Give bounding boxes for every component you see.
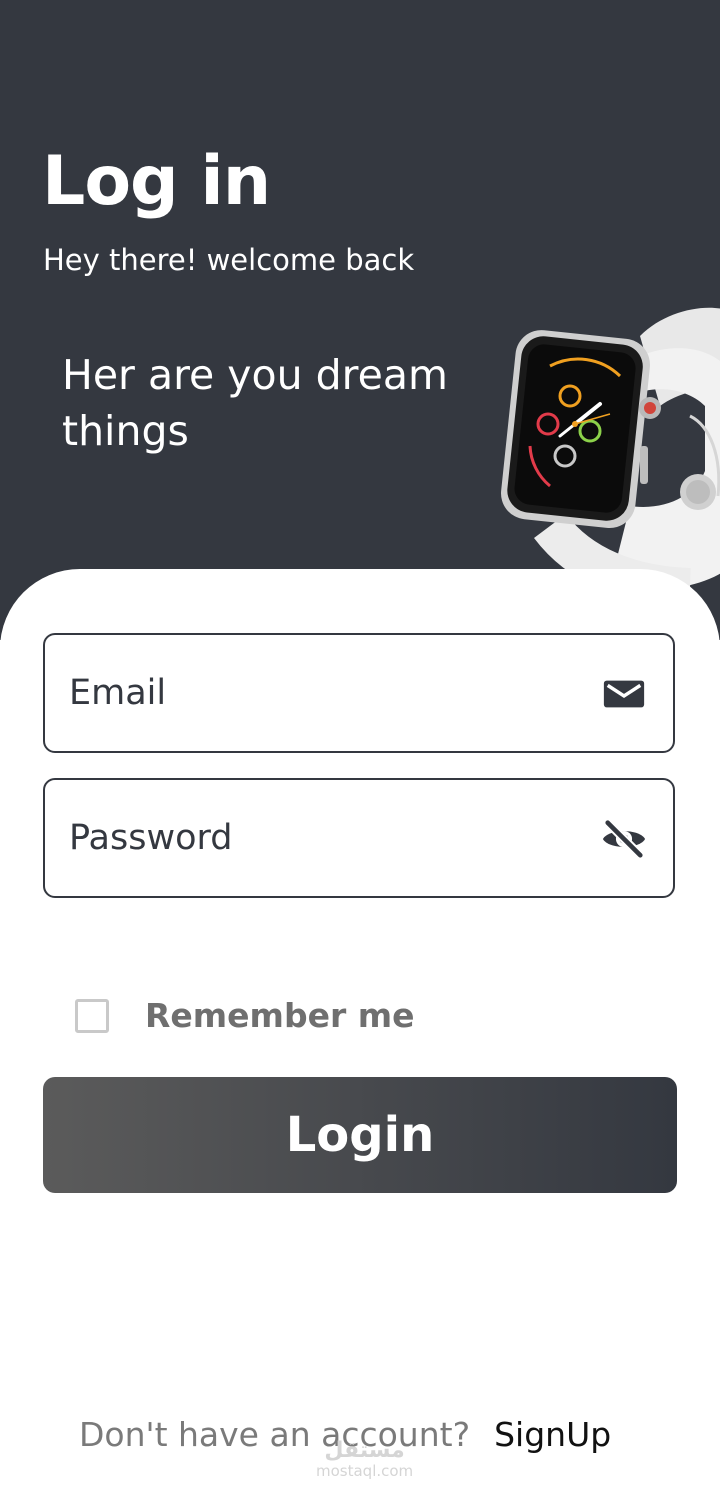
- password-field[interactable]: [43, 778, 675, 898]
- email-input[interactable]: [69, 657, 589, 729]
- email-field[interactable]: [43, 633, 675, 753]
- eye-off-icon[interactable]: [601, 816, 647, 862]
- remember-checkbox[interactable]: [75, 999, 109, 1033]
- password-input[interactable]: [69, 802, 589, 874]
- signup-link[interactable]: SignUp: [494, 1415, 611, 1454]
- mail-icon: [603, 680, 645, 708]
- watermark: مستقل mostaql.com: [316, 1438, 414, 1481]
- page-subtitle: Hey there! welcome back: [43, 243, 415, 277]
- remember-label: Remember me: [145, 996, 415, 1035]
- tagline: Her are you dream things: [62, 351, 448, 455]
- remember-me[interactable]: Remember me: [75, 996, 414, 1036]
- login-button[interactable]: Login: [43, 1077, 677, 1193]
- page-title: Log in: [42, 142, 271, 221]
- watermark-arabic: مستقل: [324, 1438, 405, 1463]
- watermark-latin: mostaql.com: [316, 1462, 414, 1480]
- smartwatch-image: [501, 307, 720, 606]
